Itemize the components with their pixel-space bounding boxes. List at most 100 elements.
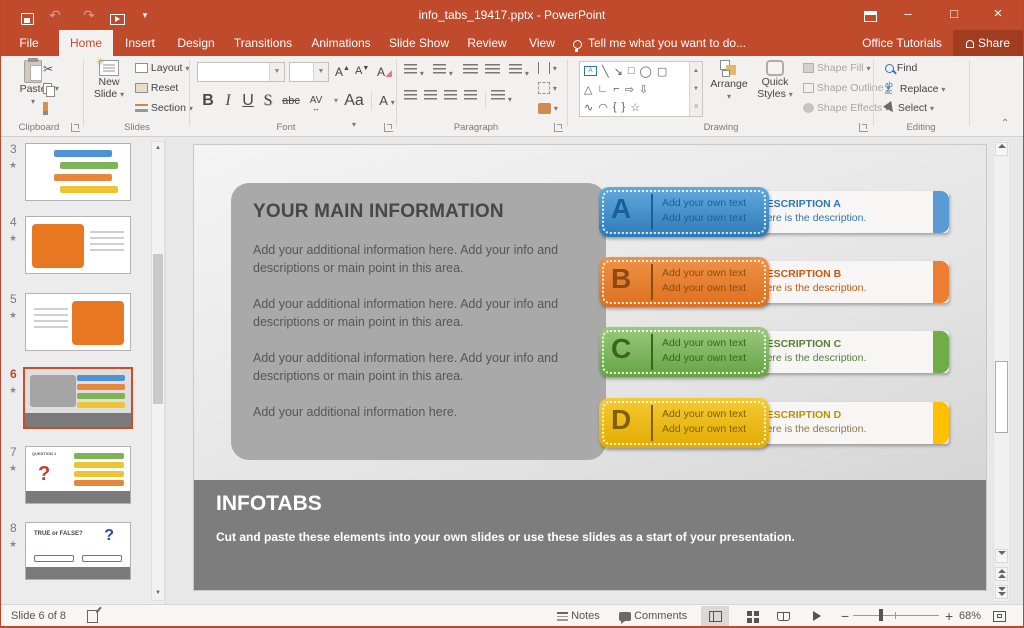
copy-button[interactable]: ▾ — [43, 82, 59, 97]
next-slide-button[interactable] — [995, 585, 1008, 599]
office-tutorials-button[interactable]: Office Tutorials — [853, 30, 951, 56]
slide-thumbnail-6-selected[interactable] — [23, 367, 133, 429]
decrease-font-size-button[interactable]: A▼ — [355, 65, 369, 80]
strikethrough-button[interactable]: abc — [279, 90, 303, 112]
layout-button[interactable]: Layout ▾ — [135, 62, 189, 77]
justify-button[interactable] — [464, 90, 477, 105]
align-center-button[interactable] — [424, 90, 437, 105]
zoom-out-button[interactable]: − — [841, 605, 849, 627]
arrange-button[interactable]: Arrange▾ — [707, 60, 751, 102]
italic-button[interactable]: I — [219, 90, 237, 112]
tab-home[interactable]: Home — [59, 30, 113, 56]
tab-plate[interactable]: A Add your own textAdd your own text — [599, 187, 769, 237]
description-card-a[interactable]: DESCRIPTION A Here is the description. — [743, 191, 949, 233]
info-tab-a[interactable]: DESCRIPTION A Here is the description. A… — [599, 187, 949, 237]
scroll-down-button[interactable] — [995, 549, 1008, 563]
scroll-down-icon[interactable]: ▼ — [152, 587, 164, 600]
slide-area-scrollbar[interactable] — [993, 140, 1010, 602]
slide-thumbnail-4[interactable] — [25, 216, 131, 274]
fit-to-window-button[interactable] — [993, 605, 1006, 627]
redo-button[interactable]: ↷ — [77, 5, 101, 25]
font-name-combobox[interactable]: ▼ — [197, 62, 285, 82]
tab-design[interactable]: Design — [167, 30, 225, 56]
align-right-button[interactable] — [444, 90, 457, 105]
info-tab-d[interactable]: DESCRIPTION D Here is the description. D… — [599, 398, 949, 448]
columns-button[interactable]: ▾ — [491, 90, 512, 105]
slide-thumbnail-8[interactable]: TRUE or FALSE? ? — [25, 522, 131, 580]
start-slideshow-button[interactable] — [105, 5, 129, 25]
text-shadow-button[interactable]: S — [259, 90, 277, 112]
previous-slide-button[interactable] — [995, 567, 1008, 581]
font-dialog-launcher[interactable] — [384, 123, 393, 132]
slide-thumbnail-5[interactable] — [25, 293, 131, 351]
line-spacing-button[interactable]: ▾ — [509, 64, 529, 79]
reading-view-button[interactable] — [769, 606, 797, 626]
text-direction-button[interactable]: ▾ — [538, 62, 557, 77]
tab-view[interactable]: View — [517, 30, 567, 56]
description-card-c[interactable]: DESCRIPTION C Here is the description. — [743, 331, 949, 373]
close-button[interactable]: × — [979, 0, 1017, 30]
normal-view-button[interactable] — [701, 606, 729, 626]
info-tab-b[interactable]: DESCRIPTION B Here is the description. B… — [599, 257, 949, 307]
align-left-button[interactable] — [404, 90, 417, 105]
select-button[interactable]: Select ▾ — [885, 102, 934, 117]
zoom-slider-thumb[interactable] — [879, 609, 883, 621]
slide-show-view-button[interactable] — [803, 606, 831, 626]
save-button[interactable] — [15, 5, 39, 25]
find-button[interactable]: Find — [885, 62, 917, 77]
decrease-indent-button[interactable] — [463, 64, 478, 79]
share-button[interactable]: Share — [953, 30, 1023, 56]
replace-button[interactable]: abac Replace ▾ — [885, 82, 945, 97]
tab-animations[interactable]: Animations — [301, 30, 381, 56]
new-slide-button[interactable]: ✳ NewSlide ▾ — [87, 60, 131, 100]
convert-smartart-button[interactable]: ▾ — [538, 102, 558, 117]
collapse-ribbon-button[interactable]: ⌃ — [1001, 118, 1009, 133]
scrollbar-thumb[interactable] — [153, 254, 163, 404]
bold-button[interactable]: B — [199, 90, 217, 112]
description-card-b[interactable]: DESCRIPTION B Here is the description. — [743, 261, 949, 303]
scroll-up-icon[interactable]: ▲ — [152, 142, 164, 155]
increase-indent-button[interactable] — [485, 64, 500, 79]
section-button[interactable]: Section ▾ — [135, 102, 193, 117]
cut-button[interactable]: ✂ — [43, 62, 53, 77]
maximize-button[interactable]: □ — [935, 0, 973, 30]
paragraph-dialog-launcher[interactable] — [554, 123, 563, 132]
shapes-gallery-scrollbar[interactable]: ▲▼≡ — [689, 62, 702, 116]
numbering-button[interactable]: ▾ — [433, 64, 453, 79]
description-card-d[interactable]: DESCRIPTION D Here is the description. — [743, 402, 949, 444]
zoom-in-button[interactable]: + — [945, 605, 953, 627]
slide-thumbnail-3[interactable] — [25, 143, 131, 201]
tab-transitions[interactable]: Transitions — [225, 30, 301, 56]
tab-review[interactable]: Review — [457, 30, 517, 56]
format-painter-button[interactable] — [43, 102, 48, 117]
shape-fill-button[interactable]: Shape Fill ▾ — [803, 62, 871, 77]
shape-effects-button[interactable]: Shape Effects ▾ — [803, 102, 889, 117]
scrollbar-thumb[interactable] — [995, 361, 1008, 433]
undo-button[interactable]: ↶▾ — [45, 5, 69, 25]
tab-insert[interactable]: Insert — [113, 30, 167, 56]
main-information-box[interactable]: YOUR MAIN INFORMATION Add your additiona… — [231, 183, 606, 460]
character-spacing-button[interactable]: AV↔ — [305, 90, 327, 112]
shapes-gallery[interactable]: A ╲ ↘ □ ◯ ▢ △ ∟ ⌐ ⇨ ⇩ ∿ ◠ { } ☆ ▲▼≡ — [579, 61, 703, 117]
character-spacing-dropdown-icon[interactable]: ▾ — [329, 90, 343, 112]
change-case-button[interactable]: Aa ▾ — [343, 90, 365, 112]
tab-plate[interactable]: D Add your own textAdd your own text — [599, 398, 769, 448]
increase-font-size-button[interactable]: A▲ — [335, 65, 350, 80]
zoom-slider[interactable] — [853, 615, 939, 628]
font-size-combobox[interactable]: ▼ — [289, 62, 329, 82]
minimize-button[interactable]: – — [889, 0, 927, 30]
drawing-dialog-launcher[interactable] — [859, 123, 868, 132]
underline-button[interactable]: U — [239, 90, 257, 112]
align-text-button[interactable]: ▾ — [538, 82, 557, 97]
notes-toggle-button[interactable]: Notes — [557, 605, 600, 627]
slide-footer-band[interactable]: INFOTABS Cut and paste these elements in… — [194, 480, 986, 590]
slide-sorter-view-button[interactable] — [735, 606, 763, 626]
tab-plate[interactable]: C Add your own textAdd your own text — [599, 327, 769, 377]
slide-canvas[interactable]: YOUR MAIN INFORMATION Add your additiona… — [194, 145, 986, 590]
tab-plate[interactable]: B Add your own textAdd your own text — [599, 257, 769, 307]
reset-button[interactable]: Reset — [135, 82, 178, 97]
ribbon-display-options-button[interactable] — [851, 0, 889, 30]
customize-qat-button[interactable]: ▾ — [133, 5, 157, 25]
spell-check-button[interactable] — [87, 605, 98, 627]
tell-me-box[interactable]: Tell me what you want to do... — [573, 30, 773, 56]
